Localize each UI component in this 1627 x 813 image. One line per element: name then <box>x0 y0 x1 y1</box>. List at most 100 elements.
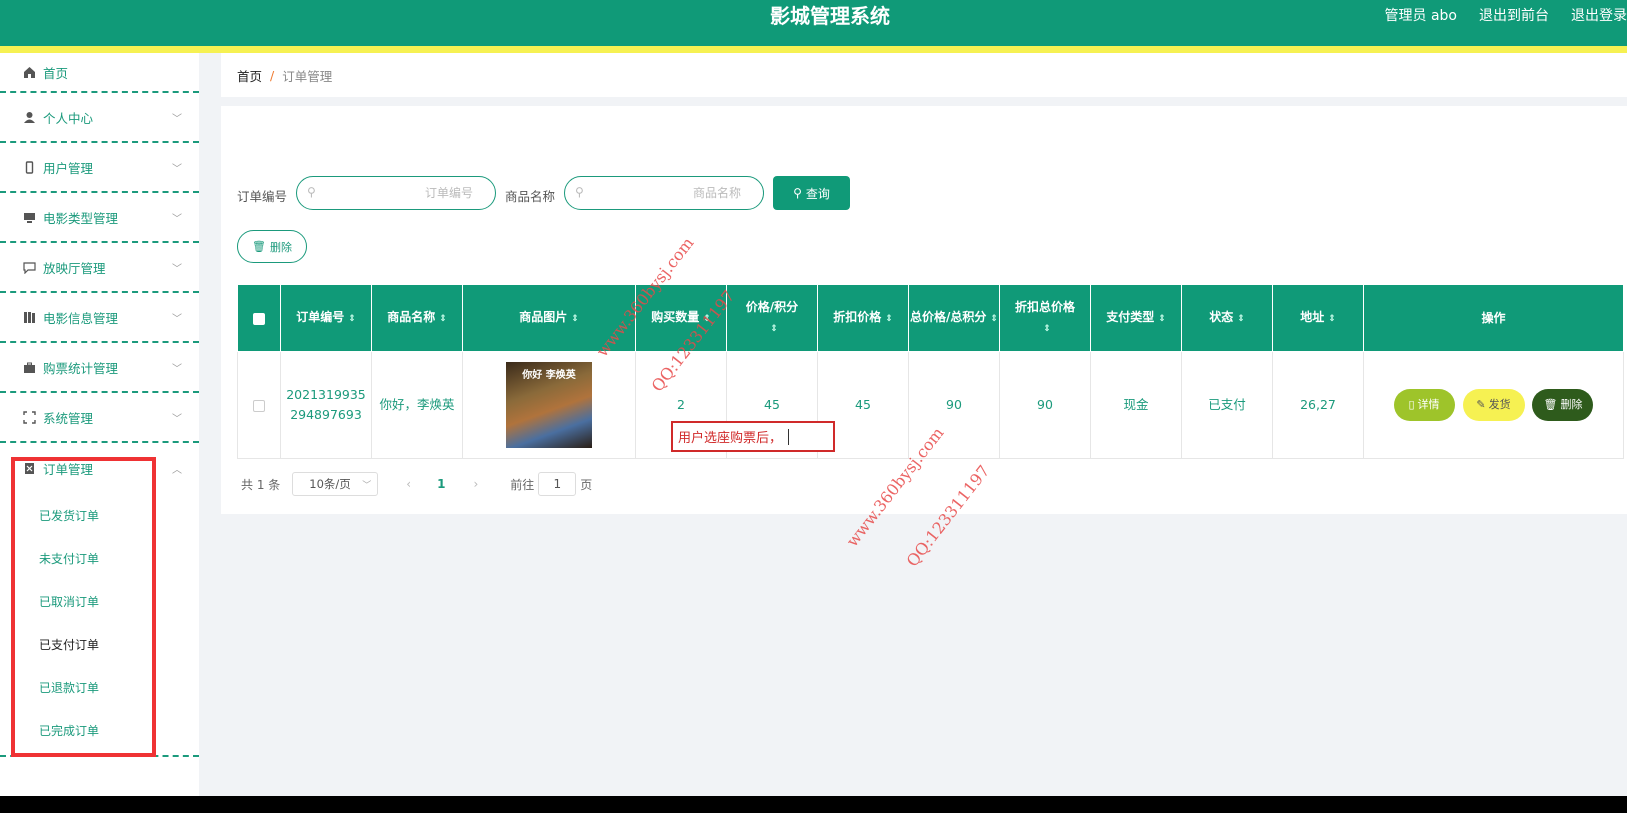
chevron-down-icon: ﹀ <box>172 263 182 275</box>
column-header[interactable]: 地址 ⇕ <box>1272 284 1364 352</box>
submenu-paid-orders[interactable]: 已支付订单 <box>39 636 99 653</box>
sidebar-item-personal-center[interactable]: 个人中心 ﹀ <box>0 93 199 143</box>
annotation-textbox[interactable]: 用户选座购票后， <box>671 421 835 452</box>
sidebar-item-label: 购票统计管理 <box>43 360 119 376</box>
query-button[interactable]: ⚲ 查询 <box>773 176 850 210</box>
chat-icon <box>22 260 36 274</box>
sidebar-item-hall[interactable]: 放映厅管理 ﹀ <box>0 243 199 293</box>
sort-icon: ⇕ <box>1237 314 1245 324</box>
delete-button[interactable]: 🗑 删除 <box>1532 389 1594 421</box>
app-title: 影城管理系统 <box>770 4 890 28</box>
home-icon <box>22 65 36 79</box>
sort-icon: ⇕ <box>348 314 356 324</box>
column-header[interactable]: 支付类型 ⇕ <box>1090 284 1182 352</box>
product-name-input[interactable] <box>591 183 741 203</box>
sidebar-item-label: 电影类型管理 <box>43 210 119 226</box>
orders-submenu-highlight: 已发货订单 未支付订单 已取消订单 已支付订单 已退款订单 已完成订单 <box>11 457 156 757</box>
annotation-text: 用户选座购票后， <box>678 431 783 446</box>
column-header[interactable]: 商品名称 ⇕ <box>371 284 463 352</box>
goto-page-input[interactable]: 1 <box>538 472 577 496</box>
order-no-search[interactable]: ⚲ <box>296 176 496 210</box>
detail-button[interactable]: ▯ 详情 <box>1393 389 1455 421</box>
column-header[interactable]: 总价格/总积分 ⇕ <box>908 284 1000 352</box>
chevron-down-icon: ﹀ <box>172 163 182 175</box>
app-window: 影城管理系统 管理员 abo 退出到前台 退出登录 首页 个人中心 ﹀ 用户管理 <box>0 0 1627 796</box>
order-no-label: 订单编号 <box>237 189 288 204</box>
batch-delete-label: 删除 <box>269 240 292 254</box>
table-header-row: 订单编号 ⇕ 商品名称 ⇕ 商品图片 ⇕ 购买数量 ⇕ 价格/积分 ⇕ 折扣价格 ⇕ 总价格… <box>237 284 1624 352</box>
breadcrumb-home[interactable]: 首页 <box>237 66 262 85</box>
product-name-search[interactable]: ⚲ <box>564 176 764 210</box>
search-icon: ⚲ <box>307 185 316 199</box>
chevron-down-icon: ﹀ <box>172 413 182 425</box>
search-icon: ⚲ <box>575 185 584 199</box>
sidebar-item-user-management[interactable]: 用户管理 ﹀ <box>0 143 199 193</box>
submenu-refunded-orders[interactable]: 已退款订单 <box>39 679 99 696</box>
movie-poster-image[interactable]: 你好 李焕英 <box>506 362 592 448</box>
search-icon: ⚲ <box>793 186 802 200</box>
sidebar-item-ticket-stats[interactable]: 购票统计管理 ﹀ <box>0 343 199 393</box>
sort-icon: ⇕ <box>990 314 998 324</box>
prev-page-icon[interactable]: ‹ <box>406 477 411 491</box>
chevron-down-icon: ﹀ <box>172 213 182 225</box>
monitor-icon <box>22 210 36 224</box>
total-count: 共 1 条 <box>241 477 281 492</box>
product-name-label: 商品名称 <box>505 189 556 204</box>
submenu-unpaid-orders[interactable]: 未支付订单 <box>39 550 99 567</box>
sidebar-item-label: 个人中心 <box>43 110 94 126</box>
order-no-input[interactable] <box>323 183 473 203</box>
column-header[interactable]: 价格/积分 ⇕ <box>726 284 818 352</box>
batch-delete-button[interactable]: 🗑 删除 <box>237 230 307 263</box>
sidebar-item-movie-info[interactable]: 电影信息管理 ﹀ <box>0 293 199 343</box>
book-icon <box>22 310 36 324</box>
sidebar-item-label: 系统管理 <box>43 410 94 426</box>
sort-icon: ⇕ <box>885 314 893 324</box>
column-header: 操作 <box>1363 284 1624 352</box>
sort-icon: ⇕ <box>571 314 579 324</box>
chevron-down-icon: ﹀ <box>172 113 182 125</box>
sidebar-item-movie-type[interactable]: 电影类型管理 ﹀ <box>0 193 199 243</box>
sidebar-item-system[interactable]: 系统管理 ﹀ <box>0 393 199 443</box>
next-page-icon[interactable]: › <box>473 477 478 491</box>
column-header[interactable]: 折扣价格 ⇕ <box>817 284 909 352</box>
page-number[interactable]: 1 <box>437 477 445 491</box>
chevron-up-icon: ︿ <box>172 464 182 476</box>
pay-type-cell: 现金 <box>1090 351 1182 459</box>
briefcase-icon <box>22 360 36 374</box>
sidebar-item-home[interactable]: 首页 <box>0 53 199 93</box>
submenu-completed-orders[interactable]: 已完成订单 <box>39 722 99 739</box>
column-header[interactable]: 状态 ⇕ <box>1181 284 1273 352</box>
select-all-checkbox[interactable] <box>253 312 265 325</box>
column-header[interactable]: 订单编号 ⇕ <box>280 284 372 352</box>
text-cursor <box>788 428 790 445</box>
submenu-shipped-orders[interactable]: 已发货订单 <box>39 507 99 524</box>
sidebar-item-label: 首页 <box>43 65 69 81</box>
page-size-select[interactable]: 10条/页 ﹀ <box>292 472 379 496</box>
breadcrumb-current: 订单管理 <box>282 68 333 84</box>
query-button-label: 查询 <box>805 186 830 201</box>
admin-user-link[interactable]: 管理员 abo <box>1385 5 1457 25</box>
sort-icon: ⇕ <box>1328 314 1336 324</box>
chevron-down-icon: ﹀ <box>362 480 372 491</box>
breadcrumb: 首页 / 订单管理 <box>221 53 1627 97</box>
logout-link[interactable]: 退出登录 <box>1571 5 1627 25</box>
frame-icon <box>22 410 36 424</box>
submenu-cancelled-orders[interactable]: 已取消订单 <box>39 593 99 610</box>
sort-icon: ⇕ <box>770 324 778 334</box>
page-size-value: 10条/页 <box>309 477 351 491</box>
row-checkbox[interactable] <box>253 399 265 412</box>
trash-icon: 🗑 <box>252 240 266 253</box>
order-no-cell: 2021319935 294897693 <box>280 351 372 459</box>
sort-icon: ⇕ <box>1158 314 1166 324</box>
pagination: 共 1 条 10条/页 ﹀ ‹ 1 › 前往 1 页 <box>241 472 592 496</box>
sort-icon: ⇕ <box>1043 324 1051 334</box>
column-header[interactable]: 折扣总价格 ⇕ <box>999 284 1091 352</box>
ship-button[interactable]: ✎ 发货 <box>1462 389 1525 421</box>
product-name-cell: 你好，李焕英 <box>371 351 463 459</box>
page-suffix: 页 <box>580 477 593 492</box>
sidebar-item-label: 用户管理 <box>43 160 94 176</box>
back-to-front-link[interactable]: 退出到前台 <box>1479 5 1549 25</box>
goto-label: 前往 <box>510 477 535 492</box>
accent-stripe <box>0 46 1627 53</box>
row-select-cell <box>237 351 281 459</box>
